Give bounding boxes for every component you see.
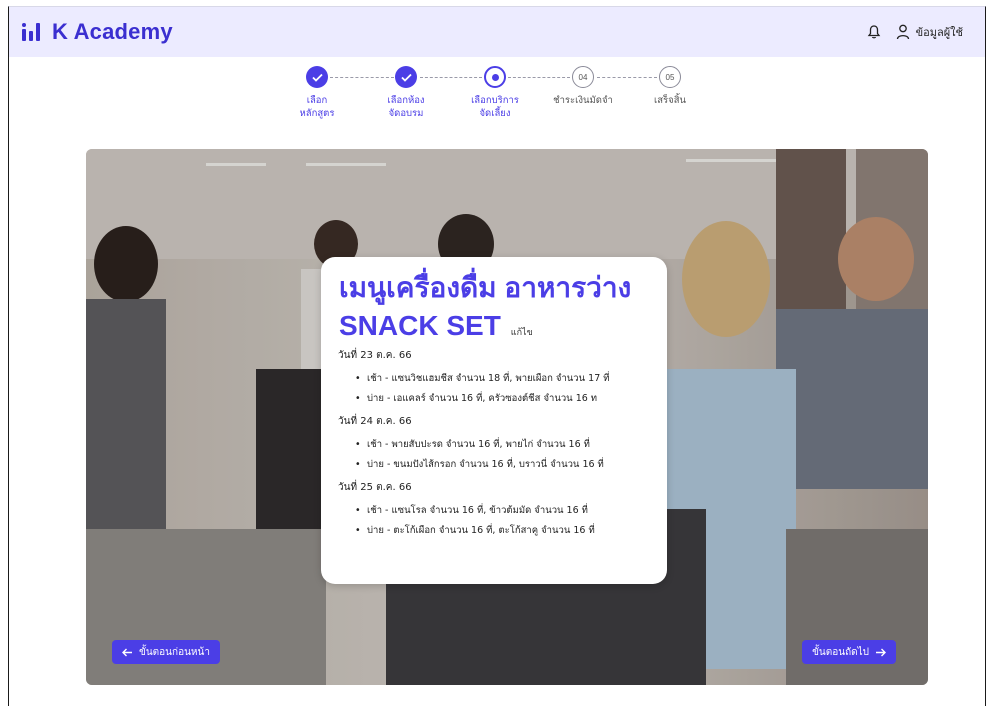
step-label: เลือกห้อง จัดอบรม bbox=[387, 95, 425, 119]
step-select-course[interactable]: เลือก หลักสูตร bbox=[267, 66, 367, 120]
next-step-label: ขั้นตอนถัดไป bbox=[812, 646, 869, 658]
step-label: เลือก หลักสูตร bbox=[299, 95, 335, 119]
bell-icon[interactable] bbox=[866, 24, 882, 40]
check-icon bbox=[306, 66, 328, 88]
brand-logo[interactable]: K Academy bbox=[22, 19, 173, 45]
step-label: ชำระเงินมัดจำ bbox=[553, 95, 613, 106]
menu-list: เช้า - แซนโรล จำนวน 16 ที่, ข้าวต้มมัด จ… bbox=[355, 501, 667, 541]
day-heading: วันที่ 25 ต.ค. 66 bbox=[338, 482, 412, 493]
menu-item: บ่าย - ขนมปังไส้กรอก จำนวน 16 ที่, บราวน… bbox=[355, 455, 667, 475]
set-name: SNACK SET bbox=[339, 310, 501, 341]
step-select-catering[interactable]: เลือกบริการ จัดเลี้ยง bbox=[445, 66, 545, 120]
check-icon bbox=[395, 66, 417, 88]
edit-link[interactable]: แก้ไข bbox=[511, 325, 533, 339]
next-step-button[interactable]: ขั้นตอนถัดไป bbox=[802, 640, 896, 664]
previous-step-label: ขั้นตอนก่อนหน้า bbox=[139, 646, 210, 658]
step-number: 05 bbox=[659, 66, 681, 88]
user-icon bbox=[896, 24, 909, 40]
snack-menu-card: เมนูเครื่องดื่ม อาหารว่าง SNACK SET แก้ไ… bbox=[321, 257, 667, 584]
menu-item: เช้า - แซนวิชแฮมชีส จำนวน 18 ที่, พายเผื… bbox=[355, 369, 667, 389]
menu-item: บ่าย - เอแคลร์ จำนวน 16 ที่, ครัวซองต์ชี… bbox=[355, 389, 667, 409]
previous-step-button[interactable]: ขั้นตอนก่อนหน้า bbox=[112, 640, 220, 664]
day-heading: วันที่ 23 ต.ค. 66 bbox=[338, 350, 412, 361]
step-number: 04 bbox=[572, 66, 594, 88]
current-step-icon bbox=[484, 66, 506, 88]
user-profile-button[interactable]: ข้อมูลผู้ใช้ bbox=[896, 23, 963, 41]
hero-image-panel: เมนูเครื่องดื่ม อาหารว่าง SNACK SET แก้ไ… bbox=[86, 149, 928, 685]
day-heading: วันที่ 24 ต.ค. 66 bbox=[338, 416, 412, 427]
arrow-right-icon bbox=[876, 648, 886, 656]
menu-list: เช้า - พายสับปะรด จำนวน 16 ที่, พายไก่ จ… bbox=[355, 435, 667, 475]
brand-name: K Academy bbox=[52, 19, 173, 44]
menu-item: บ่าย - ตะโก้เผือก จำนวน 16 ที่, ตะโก้สาค… bbox=[355, 521, 667, 541]
step-complete[interactable]: 05 เสร็จสิ้น bbox=[620, 66, 720, 107]
menu-list: เช้า - แซนวิชแฮมชีส จำนวน 18 ที่, พายเผื… bbox=[355, 369, 667, 409]
menu-item: เช้า - พายสับปะรด จำนวน 16 ที่, พายไก่ จ… bbox=[355, 435, 667, 455]
menu-item: เช้า - แซนโรล จำนวน 16 ที่, ข้าวต้มมัด จ… bbox=[355, 501, 667, 521]
logo-bars-icon bbox=[22, 23, 40, 41]
user-label: ข้อมูลผู้ใช้ bbox=[915, 26, 963, 39]
step-label: เลือกบริการ จัดเลี้ยง bbox=[471, 95, 519, 119]
step-select-room[interactable]: เลือกห้อง จัดอบรม bbox=[356, 66, 456, 120]
top-header: K Academy ข้อมูลผู้ใช้ bbox=[9, 7, 985, 57]
menu-title: เมนูเครื่องดื่ม อาหารว่าง bbox=[339, 272, 632, 303]
step-label: เสร็จสิ้น bbox=[653, 95, 686, 106]
booking-stepper: เลือก หลักสูตร เลือกห้อง จัดอบรม เลือกบร… bbox=[0, 66, 992, 136]
arrow-left-icon bbox=[122, 648, 132, 656]
step-deposit-payment[interactable]: 04 ชำระเงินมัดจำ bbox=[533, 66, 633, 107]
